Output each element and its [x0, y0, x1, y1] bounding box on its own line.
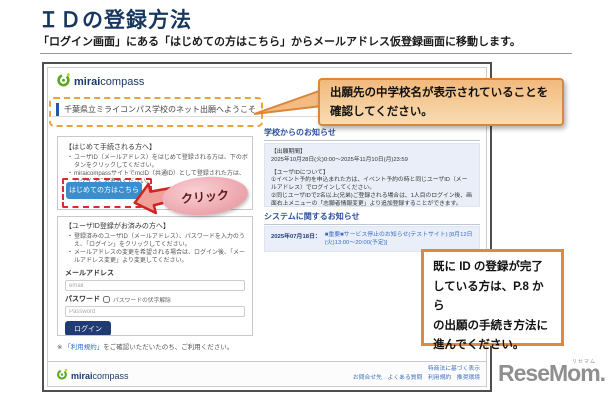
login-button[interactable]: ログイン — [65, 321, 111, 336]
school-news-box: 【出願期間】 2025年10月28日(火)0:00～2025年11月10日(月)… — [264, 143, 480, 207]
footer-links: 特商法に基づく表示 お問合せ先 よくある質問 利用規約 推奨環境 — [349, 365, 480, 383]
first-time-bullet: ユーザID（メールアドレス）をはじめて登録される方は、下のボタンをクリックしてく… — [65, 154, 250, 170]
callout-already-registered: 既に ID の登録が完了 している方は、P.8 から の出願の手続き方法に 進ん… — [421, 249, 564, 346]
email-label: メールアドレス — [65, 268, 245, 278]
registered-heading: 【ユーザID登録がお済みの方へ】 — [65, 221, 245, 231]
callout-line: 既に ID の登録が完了 — [433, 258, 552, 278]
instruction-slide: ＩＤの登録方法 「ログイン画面」にある「はじめての方はこちら」からメールアドレス… — [0, 0, 610, 400]
news-line: ①イベント予約を申込まれた方は、イベント予約の時と同じユーザID（メールアドレス… — [271, 177, 473, 193]
screenshot-footer: miraicompass 特商法に基づく表示 お問合せ先 よくある質問 利用規約… — [48, 361, 486, 386]
callout-line: している方は、P.8 から — [433, 278, 552, 317]
miraicompass-logo: miraicompass — [56, 72, 144, 92]
welcome-annotation-dashed-box — [49, 97, 263, 127]
miraicompass-logo-icon — [56, 72, 71, 92]
email-field[interactable] — [65, 280, 245, 291]
registered-bullet: メールアドレスの変更を希望される場合は、ログイン後、「メールアドレス変更」より変… — [65, 249, 250, 265]
miraicompass-logo-text: miraicompass — [71, 371, 129, 381]
news-line: 2025年10月28日(火)0:00～2025年11月10日(月)23:59 — [271, 157, 473, 165]
first-time-heading: 【はじめて手続される方へ】 — [65, 142, 245, 152]
footer-link-tokushoho[interactable]: 特商法に基づく表示 — [428, 366, 480, 372]
password-field[interactable] — [65, 306, 245, 317]
page-subtitle: 「ログイン画面」にある「はじめての方はこちら」からメールアドレス仮登録画面に移動… — [38, 33, 521, 49]
registered-bullet: 登録済みのユーザID（メールアドレス）、パスワードを入力のうえ、「ログイン」をク… — [65, 233, 250, 249]
miraicompass-logo-text: miraicompass — [74, 76, 144, 88]
callout-check-school-name: 出願先の中学校名が表示されていることを 確認してください。 — [318, 78, 564, 126]
callout-tail-shape — [252, 88, 322, 116]
footer-link-faq[interactable]: よくある質問 — [388, 375, 423, 381]
title-divider — [40, 53, 572, 54]
callout-line: 出願先の中学校名が表示されていることを — [330, 84, 552, 103]
callout-line: の出願の手続き方法に — [433, 317, 552, 337]
resemom-ruby: リセマム — [572, 358, 596, 365]
footer-link-contact[interactable]: お問合せ先 — [353, 375, 382, 381]
footer-link-terms[interactable]: 利用規約 — [428, 375, 451, 381]
system-news-link[interactable]: ■重要■サービス停止のお知らせ(テストサイト) [8月12日(火)13:00～2… — [325, 231, 473, 247]
password-unmask-label: パスワードの伏字解除 — [113, 295, 171, 304]
callout-line: 確認してください。 — [330, 103, 552, 122]
terms-note: ※ 「利用規約」をご確認いただいたのち、ご利用ください。 — [57, 341, 233, 351]
click-label: クリック — [180, 185, 229, 206]
news-line: ②同じユーザIDで2名以上(兄弟)ご登録される場合は、1人目のログイン後、画面右… — [271, 193, 473, 207]
password-label: パスワード — [65, 294, 100, 304]
system-news-date: 2025年07月18日： — [271, 231, 321, 247]
registered-user-section: 【ユーザID登録がお済みの方へ】 登録済みのユーザID（メールアドレス）、パスワ… — [57, 216, 253, 336]
footer-link-environment[interactable]: 推奨環境 — [457, 375, 480, 381]
school-news-title: 学校からのお知らせ — [264, 127, 480, 141]
callout-line: 進んでください。 — [433, 336, 552, 356]
system-news-title: システムに関するお知らせ — [264, 211, 480, 225]
news-line: 【出願期間】 — [271, 149, 473, 157]
footer-miraicompass-logo: miraicompass — [56, 367, 129, 385]
terms-note-suffix: をご確認いただいたのち、ご利用ください。 — [103, 344, 233, 351]
resemom-logo: リセマム ReseMom. — [498, 360, 606, 387]
password-unmask-checkbox[interactable] — [103, 296, 110, 303]
miraicompass-logo-icon — [56, 367, 68, 385]
terms-link[interactable]: 「利用規約」 — [64, 344, 103, 351]
page-title: ＩＤの登録方法 — [38, 4, 192, 34]
